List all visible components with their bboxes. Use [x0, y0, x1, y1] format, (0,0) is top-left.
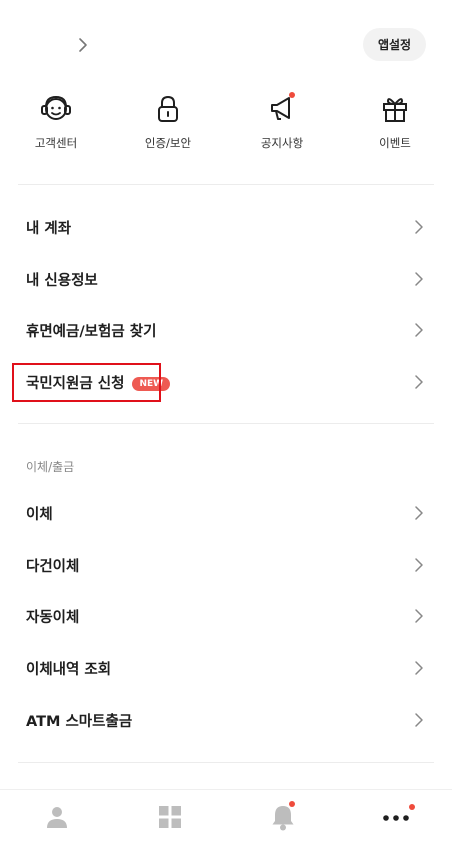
grid-icon [158, 806, 181, 828]
headset-icon [39, 92, 73, 126]
chevron-right-icon [415, 220, 423, 234]
section-divider [18, 762, 434, 763]
lock-icon [151, 92, 185, 126]
chevron-right-icon [415, 272, 423, 286]
quick-item-event[interactable]: 이벤트 [349, 92, 441, 162]
bell-icon [272, 806, 293, 831]
more-wrapper [382, 804, 415, 825]
menu-item-label: 자동이체 [26, 609, 80, 626]
menu-item-auto-transfer[interactable]: 자동이체 [0, 590, 452, 642]
app-settings-button[interactable]: 앱설정 [363, 28, 426, 61]
quick-item-label: 고객센터 [34, 136, 78, 150]
nav-tab-profile[interactable] [0, 790, 113, 843]
chevron-right-icon [415, 713, 423, 727]
megaphone-icon [265, 92, 299, 126]
bottom-nav [0, 789, 452, 843]
quick-item-auth-security[interactable]: 인증/보안 [122, 92, 214, 162]
menu-item-label: 휴면예금/보험금 찾기 [26, 323, 157, 340]
person-icon [46, 807, 67, 828]
chevron-right-icon [415, 609, 423, 623]
new-notification-dot [289, 92, 295, 98]
gift-icon [378, 92, 412, 126]
menu-item-label: ATM 스마트출금 [26, 713, 133, 730]
menu-item-transfer-history[interactable]: 이체내역 조회 [0, 642, 452, 694]
chevron-right-icon[interactable] [74, 36, 92, 54]
menu-item-my-account[interactable]: 내 계좌 [0, 201, 452, 253]
nav-tab-notifications[interactable] [226, 790, 339, 843]
menu-item-dormant-deposit[interactable]: 휴면예금/보험금 찾기 [0, 304, 452, 356]
new-notification-dot [408, 804, 415, 810]
highlight-box [12, 363, 161, 402]
chevron-right-icon [415, 661, 423, 675]
section-divider [18, 184, 434, 185]
chevron-right-icon [415, 375, 423, 389]
quick-menu: 고객센터 인증/보안 공지사항 이벤트 [0, 92, 452, 162]
menu-item-label: 이체 [26, 506, 53, 523]
chevron-right-icon [415, 323, 423, 337]
chevron-right-icon [415, 506, 423, 520]
menu-item-label: 이체내역 조회 [26, 661, 112, 678]
menu-item-atm-smart-withdraw[interactable]: ATM 스마트출금 [0, 694, 452, 746]
menu-item-label: 내 신용정보 [26, 272, 98, 289]
section-divider [18, 423, 434, 424]
menu-item-multi-transfer[interactable]: 다건이체 [0, 539, 452, 591]
nav-tab-menu-grid[interactable] [113, 790, 226, 843]
menu-item-label: 다건이체 [26, 558, 80, 575]
nav-tab-more[interactable] [339, 790, 452, 843]
top-bar: 앱설정 [0, 0, 452, 88]
section-title-transfer: 이체/출금 [26, 460, 75, 474]
bell-wrapper [270, 801, 296, 831]
quick-item-notice[interactable]: 공지사항 [236, 92, 328, 162]
quick-item-label: 공지사항 [260, 136, 304, 150]
chevron-right-icon [415, 558, 423, 572]
menu-item-label: 내 계좌 [26, 220, 72, 237]
menu-item-my-credit-info[interactable]: 내 신용정보 [0, 253, 452, 305]
menu-item-transfer[interactable]: 이체 [0, 487, 452, 539]
more-icon [382, 815, 409, 821]
quick-item-customer-center[interactable]: 고객센터 [10, 92, 102, 162]
quick-item-label: 이벤트 [379, 136, 411, 150]
new-notification-dot [288, 801, 295, 807]
quick-item-label: 인증/보안 [144, 136, 192, 150]
